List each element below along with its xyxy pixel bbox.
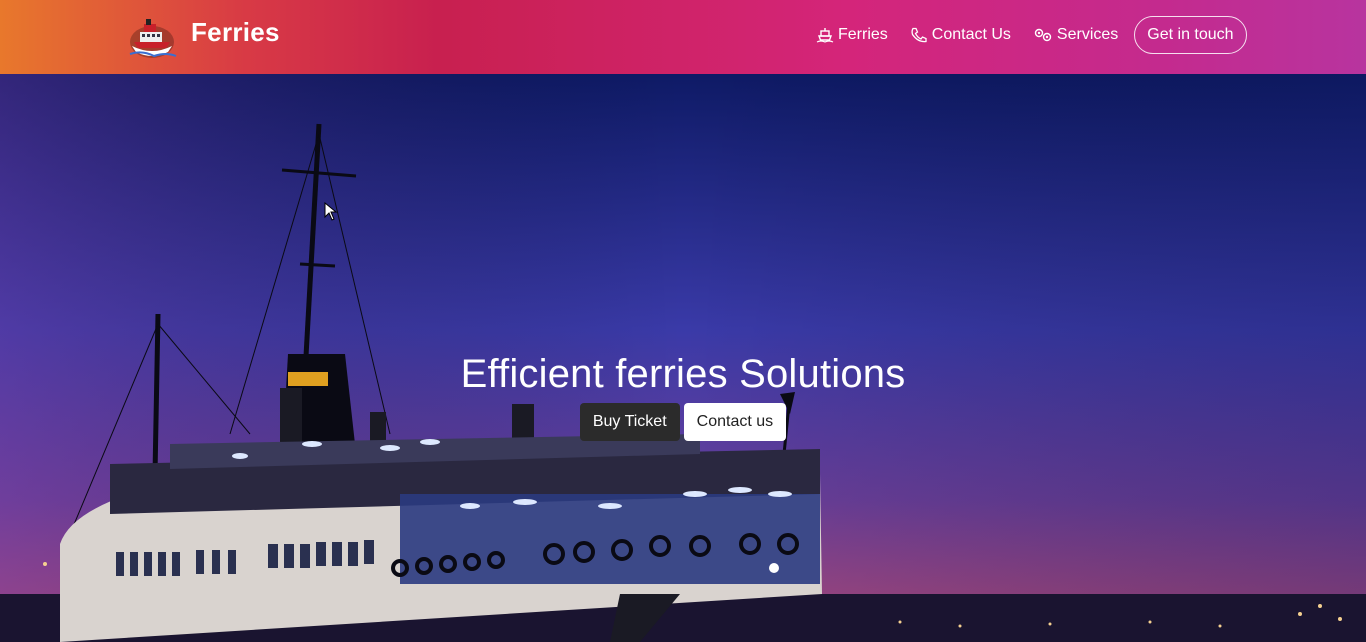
ferry-logo-icon bbox=[126, 12, 178, 62]
nav-link-label: Services bbox=[1056, 26, 1119, 43]
buy-ticket-button[interactable]: Buy Ticket bbox=[579, 403, 680, 441]
nav-links: Ferries Contact Us Services Get in touch bbox=[816, 15, 1247, 55]
hero-buttons: Buy Ticket Contact us bbox=[0, 403, 1366, 441]
get-in-touch-button[interactable]: Get in touch bbox=[1134, 16, 1247, 54]
nav-link-label: Contact Us bbox=[931, 26, 1011, 43]
phone-icon bbox=[911, 27, 927, 43]
brand-name: Ferries bbox=[191, 16, 280, 47]
mouse-cursor-icon bbox=[324, 202, 338, 221]
brand[interactable]: Ferries bbox=[126, 12, 280, 62]
contact-us-button[interactable]: Contact us bbox=[683, 403, 787, 441]
ship-icon bbox=[816, 28, 834, 43]
nav-link-label: Ferries bbox=[838, 26, 888, 43]
gears-icon bbox=[1034, 28, 1052, 42]
hero-title: Efficient ferries Solutions bbox=[460, 352, 906, 396]
hero-content: Efficient ferries Solutions Buy Ticket C… bbox=[0, 352, 1366, 441]
nav-link-contact-us[interactable]: Contact Us bbox=[910, 26, 1011, 44]
nav-link-ferries[interactable]: Ferries bbox=[816, 26, 888, 44]
hero-section: Efficient ferries Solutions Buy Ticket C… bbox=[0, 74, 1366, 642]
top-navbar: Ferries Ferries Contact Us Services Get … bbox=[0, 0, 1366, 74]
nav-link-services[interactable]: Services bbox=[1033, 26, 1118, 44]
